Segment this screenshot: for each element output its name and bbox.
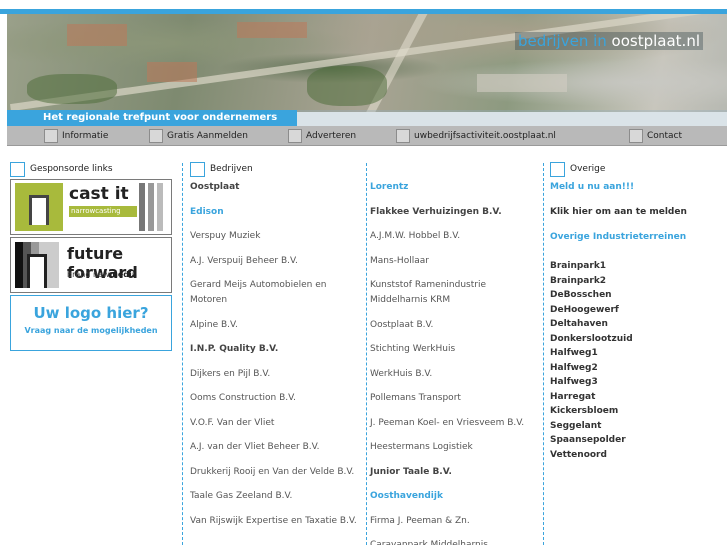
- castit-banner[interactable]: cast it narrowcasting: [10, 179, 172, 235]
- company-link[interactable]: Drukkerij Rooij en Van der Velde B.V.: [190, 465, 360, 480]
- castit-subtitle: narrowcasting: [69, 206, 137, 217]
- column-separator: [366, 163, 367, 545]
- uw-logo-title: Uw logo hier?: [33, 304, 149, 322]
- uw-logo-subtitle: Vraag naar de mogelijkheden: [24, 326, 158, 335]
- industrieterrein-link[interactable]: Halfweg3: [550, 375, 725, 390]
- company-link[interactable]: A.J. Verspuij Beheer B.V.: [190, 254, 360, 269]
- company-link[interactable]: Kunststof Ramenindustrie Middelharnis KR…: [370, 278, 540, 308]
- company-link[interactable]: Dijkers en Pijl B.V.: [190, 367, 360, 382]
- nav-box-icon: [44, 129, 58, 143]
- nav-contact[interactable]: Contact: [629, 129, 682, 143]
- castit-logo-icon: [15, 183, 63, 231]
- sponsored-sidebar: Gesponsorde links cast it narrowcasting …: [10, 162, 172, 351]
- industrieterrein-link[interactable]: Donkerslootzuid: [550, 332, 725, 347]
- futureforward-logo-icon: [15, 242, 59, 288]
- nav-adverteren[interactable]: Adverteren: [288, 129, 356, 143]
- uw-logo-placeholder[interactable]: Uw logo hier? Vraag naar de mogelijkhede…: [10, 295, 172, 351]
- futureforward-subtitle: brand newmedia: [67, 270, 138, 279]
- company-link[interactable]: Heestermans Logistiek: [370, 440, 540, 455]
- nav-label: Gratis Aanmelden: [167, 131, 248, 141]
- company-link[interactable]: Oostplaat B.V.: [370, 318, 540, 333]
- overige-heading: Overige: [550, 162, 660, 177]
- castit-title: cast it: [69, 184, 129, 204]
- section-box-icon: [190, 162, 205, 177]
- nav-box-icon: [396, 129, 410, 143]
- site-title-suffix: oostplaat.nl: [611, 32, 700, 50]
- company-link[interactable]: Van Rijswijk Expertise en Taxatie B.V.: [190, 514, 360, 529]
- industrieterrein-link[interactable]: Deltahaven: [550, 317, 725, 332]
- company-link[interactable]: WerkHuis B.V.: [370, 367, 540, 382]
- company-link[interactable]: Gerard Meijs Automobielen en Motoren: [190, 278, 360, 308]
- section-box-icon: [10, 162, 25, 177]
- section-box-icon: [550, 162, 565, 177]
- nav-label: Informatie: [62, 131, 109, 141]
- industrieterrein-link[interactable]: Seggelant: [550, 419, 725, 434]
- industrieterrein-link[interactable]: Spaansepolder: [550, 433, 725, 448]
- bedrijven-heading: Bedrijven: [190, 162, 300, 177]
- nav-label: Adverteren: [306, 131, 357, 141]
- company-link[interactable]: Pollemans Transport: [370, 391, 540, 406]
- nav-label: uwbedrijfsactiviteit.oostplaat.nl: [414, 131, 556, 141]
- main-nav: Informatie Gratis Aanmelden Adverteren u…: [7, 126, 727, 146]
- nav-gratis-aanmelden[interactable]: Gratis Aanmelden: [149, 129, 248, 143]
- meld-aan-link[interactable]: Meld u nu aan!!!: [550, 180, 725, 195]
- company-link[interactable]: A.J. van der Vliet Beheer B.V.: [190, 440, 360, 455]
- location-heading: Edison: [190, 206, 224, 217]
- column-separator: [182, 163, 183, 545]
- site-title-prefix: bedrijven in: [517, 32, 607, 50]
- terreinen-list: Brainpark1 Brainpark2 DeBosschen DeHoogewer…: [550, 259, 725, 462]
- company-link[interactable]: Stichting WerkHuis: [370, 342, 540, 357]
- bedrijven-list-1: Oostplaat Edison Verspuy Muziek A.J. Verspu…: [190, 180, 360, 529]
- nav-box-icon: [149, 129, 163, 143]
- company-link[interactable]: Mans-Hollaar: [370, 254, 540, 269]
- tagline: Het regionale trefpunt voor ondernemers: [7, 110, 297, 126]
- company-link[interactable]: Junior Taale B.V.: [370, 465, 540, 480]
- industrieterrein-link[interactable]: DeHoogewerf: [550, 303, 725, 318]
- overige-industrie-heading: Overige Industrieterreinen: [550, 232, 687, 242]
- company-link[interactable]: V.O.F. Van der Vliet: [190, 416, 360, 431]
- overige-heading-label: Overige: [570, 164, 606, 174]
- overige-column: Overige Meld u nu aan!!! Klik hier om aa…: [550, 162, 725, 462]
- industrieterrein-link[interactable]: Brainpark1: [550, 259, 725, 274]
- nav-box-icon: [629, 129, 643, 143]
- industrieterrein-link[interactable]: Halfweg2: [550, 361, 725, 376]
- location-heading: Lorentz: [370, 182, 409, 192]
- company-link[interactable]: Taale Gas Zeeland B.V.: [190, 489, 360, 504]
- castit-stripes-graphic: [139, 183, 167, 231]
- bedrijven-list-2: Lorentz Flakkee Verhuizingen B.V. A.J.M.W.…: [370, 180, 540, 545]
- company-link[interactable]: Firma J. Peeman & Zn.: [370, 514, 540, 529]
- location-heading: Oosthavendijk: [370, 491, 443, 501]
- company-link[interactable]: Alpine B.V.: [190, 318, 360, 333]
- futureforward-banner[interactable]: future forward brand newmedia: [10, 237, 172, 293]
- sponsored-heading: Gesponsorde links: [10, 162, 172, 177]
- industrieterrein-link[interactable]: Vettenoord: [550, 448, 725, 463]
- tagline-strip: [297, 110, 727, 126]
- nav-uwbedrijfsactiviteit[interactable]: uwbedrijfsactiviteit.oostplaat.nl: [396, 129, 556, 143]
- industrieterrein-link[interactable]: Harregat: [550, 390, 725, 405]
- column-separator: [543, 163, 544, 545]
- industrieterrein-link[interactable]: Brainpark2: [550, 274, 725, 289]
- nav-box-icon: [288, 129, 302, 143]
- company-link[interactable]: Ooms Construction B.V.: [190, 391, 360, 406]
- company-link[interactable]: Flakkee Verhuizingen B.V.: [370, 205, 540, 220]
- industrieterrein-link[interactable]: Halfweg1: [550, 346, 725, 361]
- sponsored-heading-label: Gesponsorde links: [30, 164, 113, 174]
- company-link[interactable]: A.J.M.W. Hobbel B.V.: [370, 229, 540, 244]
- industrieterrein-link[interactable]: Kickersbloem: [550, 404, 725, 419]
- company-link[interactable]: Caravanpark Middelharnis: [370, 538, 540, 545]
- company-link[interactable]: J. Peeman Koel- en Vriesveem B.V.: [370, 416, 540, 431]
- bedrijven-column-2: Lorentz Flakkee Verhuizingen B.V. A.J.M.W.…: [370, 180, 540, 545]
- company-link[interactable]: Verspuy Muziek: [190, 229, 360, 244]
- bedrijven-column-1: Bedrijven Oostplaat Edison Verspuy Muziek A…: [190, 162, 360, 538]
- bedrijven-heading-label: Bedrijven: [210, 164, 253, 174]
- industrieterrein-link[interactable]: DeBosschen: [550, 288, 725, 303]
- company-link[interactable]: Oostplaat: [190, 180, 360, 195]
- nav-informatie[interactable]: Informatie: [44, 129, 108, 143]
- klik-aanmelden-link[interactable]: Klik hier om aan te melden: [550, 205, 725, 220]
- nav-label: Contact: [647, 131, 683, 141]
- company-link[interactable]: I.N.P. Quality B.V.: [190, 342, 360, 357]
- header-banner: bedrijven in oostplaat.nl: [7, 14, 727, 112]
- site-title[interactable]: bedrijven in oostplaat.nl: [514, 32, 703, 50]
